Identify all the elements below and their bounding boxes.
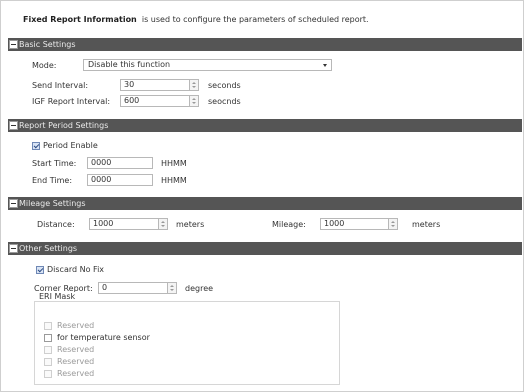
chevron-down-icon	[323, 64, 327, 67]
section-basic-settings[interactable]: Basic Settings	[8, 38, 522, 51]
section-title: Other Settings	[19, 244, 78, 253]
period-enable-label: Period Enable	[43, 141, 98, 150]
start-time-label: Start Time:	[32, 159, 77, 168]
corner-report-input[interactable]: 0	[98, 282, 168, 294]
eri-mask-checkbox[interactable]	[44, 334, 52, 342]
start-time-unit: HHMM	[161, 159, 187, 168]
section-title: Report Period Settings	[19, 121, 109, 130]
send-interval-input[interactable]: 30	[120, 79, 190, 91]
eri-mask-checkbox[interactable]	[44, 346, 52, 354]
distance-spinner[interactable]	[159, 218, 168, 230]
section-title: Mileage Settings	[19, 199, 86, 208]
collapse-icon[interactable]	[9, 40, 18, 49]
discard-no-fix-checkbox[interactable]	[36, 266, 44, 274]
section-report-period-settings[interactable]: Report Period Settings	[8, 119, 522, 132]
page-header: Fixed Report Information is used to conf…	[1, 1, 523, 34]
collapse-icon[interactable]	[9, 244, 18, 253]
mileage-spinner[interactable]	[389, 218, 398, 230]
eri-mask-label: Reserved	[57, 357, 95, 366]
eri-mask-checkbox[interactable]	[44, 370, 52, 378]
collapse-icon[interactable]	[9, 121, 18, 130]
header-description: is used to configure the parameters of s…	[141, 15, 369, 24]
end-time-label: End Time:	[32, 176, 73, 185]
igf-report-interval-spinner[interactable]	[190, 95, 199, 107]
section-mileage-settings[interactable]: Mileage Settings	[8, 197, 522, 210]
eri-mask-checkbox[interactable]	[44, 322, 52, 330]
collapse-icon[interactable]	[9, 199, 18, 208]
section-title: Basic Settings	[19, 40, 76, 49]
eri-mask-label: Reserved	[57, 369, 95, 378]
header-text: Fixed Report Information is used to conf…	[23, 15, 369, 24]
eri-mask-title: ERI Mask	[37, 292, 78, 301]
mileage-label: Mileage:	[272, 220, 306, 229]
distance-label: Distance:	[37, 220, 75, 229]
settings-page: Fixed Report Information is used to conf…	[0, 0, 524, 392]
mileage-unit: meters	[412, 220, 441, 229]
eri-mask-checkbox[interactable]	[44, 358, 52, 366]
mode-label: Mode:	[32, 61, 57, 70]
header-title: Fixed Report Information	[23, 15, 137, 24]
corner-report-unit: degree	[185, 284, 214, 293]
distance-input[interactable]: 1000	[89, 218, 159, 230]
end-time-input[interactable]: 0000	[87, 174, 153, 186]
period-enable-checkbox[interactable]	[32, 142, 40, 150]
send-interval-spinner[interactable]	[190, 79, 199, 91]
igf-report-interval-unit: seocnds	[208, 97, 241, 106]
igf-report-interval-label: IGF Report Interval:	[32, 97, 111, 106]
discard-no-fix-label: Discard No Fix	[47, 265, 105, 274]
eri-mask-label: Reserved	[57, 321, 95, 330]
section-other-settings[interactable]: Other Settings	[8, 242, 522, 255]
start-time-input[interactable]: 0000	[87, 157, 153, 169]
send-interval-unit: seconds	[208, 81, 241, 90]
distance-unit: meters	[176, 220, 205, 229]
corner-report-spinner[interactable]	[168, 282, 177, 294]
eri-mask-label: Reserved	[57, 345, 95, 354]
igf-report-interval-input[interactable]: 600	[120, 95, 190, 107]
end-time-unit: HHMM	[161, 176, 187, 185]
send-interval-label: Send Interval:	[32, 81, 89, 90]
mode-select-value: Disable this function	[88, 60, 171, 69]
mode-select[interactable]: Disable this function	[83, 59, 332, 71]
mileage-input[interactable]: 1000	[320, 218, 389, 230]
eri-mask-label: for temperature sensor	[57, 333, 150, 342]
